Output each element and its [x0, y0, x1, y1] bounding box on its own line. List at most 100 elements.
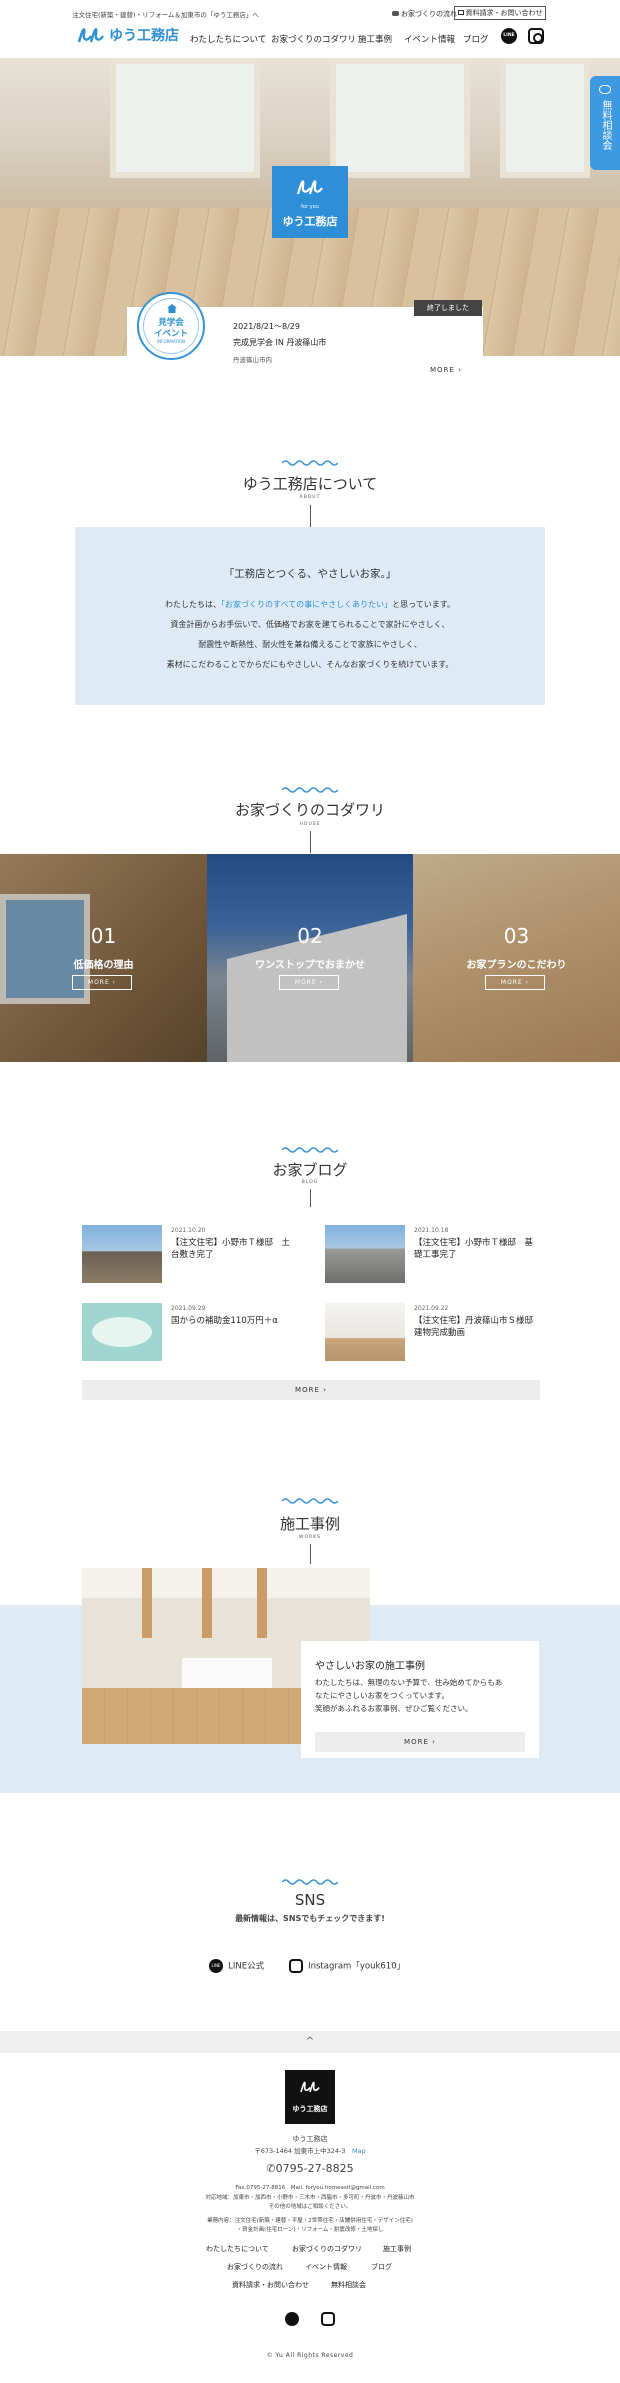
- footer-area: 対応地域：加東市・加西市・小野市・三木市・西脇市・多可町・丹波市・丹波篠山市: [205, 2195, 415, 2201]
- sns-line-label: LINE公式: [228, 1961, 265, 1972]
- flow-link[interactable]: お家づくりの流れ: [392, 9, 457, 19]
- footer-area-note: その他の地域はご相談ください。: [268, 2204, 352, 2210]
- footer-tel[interactable]: ✆0795-27-8825: [0, 2162, 620, 2175]
- event-more-link[interactable]: MORE ›: [430, 366, 462, 374]
- blog-post[interactable]: 2021.09.29 国からの補助金110万円＋α: [82, 1303, 302, 1363]
- footer-nav-blog[interactable]: ブログ: [371, 2262, 392, 2272]
- blog-post[interactable]: 2021.09.22 【注文住宅】丹波篠山市Ｓ様邸 建物完成動画: [325, 1303, 545, 1363]
- hero-window: [110, 58, 260, 178]
- blog-date: 2021.10.20: [171, 1227, 206, 1234]
- footer-logo[interactable]: ゆう工務店: [285, 2070, 335, 2124]
- sns-line-link[interactable]: LINE LINE公式: [209, 1955, 264, 1974]
- works-ceiling: [82, 1568, 370, 1598]
- thumb-graphic: [92, 1317, 152, 1347]
- blog-post[interactable]: 2021.10.20 【注文住宅】小野市Ｔ様邸 土台敷き完了: [82, 1225, 302, 1285]
- wave-icon: [282, 787, 338, 793]
- event-status-tag: 終了しました: [414, 300, 482, 316]
- hero-logo-sub: for you: [301, 204, 319, 210]
- works-more-label: MORE: [404, 1738, 429, 1746]
- about-box: 「工務店とつくる、やさしいお家。」 わたしたちは、「お家づくりのすべての事にやさ…: [75, 527, 545, 705]
- house-panel-3[interactable]: 03 お家プランのこだわり MORE ›: [413, 854, 620, 1062]
- blog-post-title[interactable]: 【注文住宅】丹波篠山市Ｓ様邸 建物完成動画: [414, 1315, 542, 1339]
- blog-more-button[interactable]: MORE ›: [82, 1380, 540, 1400]
- logo-text[interactable]: ゆう工務店: [109, 25, 179, 45]
- house-panel-more[interactable]: MORE ›: [485, 975, 545, 990]
- house-panel-num: 01: [90, 924, 117, 948]
- nav-kodawari[interactable]: お家づくりのコダワリ: [271, 33, 356, 45]
- sns-title: SNS: [294, 1891, 326, 1909]
- event-badge: 見学会 イベント INFORMATION: [137, 292, 205, 360]
- sns-instagram-link[interactable]: Instagram「youk610」: [289, 1955, 405, 1974]
- event-date: 2021/8/21～8/29: [233, 322, 300, 331]
- nav-events[interactable]: イベント情報: [404, 33, 455, 45]
- footer-nav-kodawari[interactable]: お家づくりのコダワリ: [292, 2244, 362, 2254]
- footer-address: 〒673-1464 加東市上中324-3 Map: [254, 2147, 366, 2155]
- hero-logo-mark-icon: [296, 180, 323, 195]
- works-more-button[interactable]: MORE ›: [315, 1732, 525, 1752]
- house-panel-more[interactable]: MORE ›: [72, 975, 132, 990]
- blog-subtitle: BLOG: [301, 1180, 319, 1185]
- works-card-line: なたにやさしいお家をつくっています。: [315, 1691, 449, 1700]
- house-panel-title: お家プランのこだわり: [466, 960, 567, 971]
- event-more-label: MORE: [430, 366, 455, 374]
- page-top-button[interactable]: ^: [0, 2031, 620, 2053]
- blog-post-title[interactable]: 【注文住宅】小野市Ｔ様邸 土台敷き完了: [171, 1237, 291, 1261]
- blog-thumbnail[interactable]: [82, 1303, 162, 1361]
- works-beam: [257, 1568, 267, 1638]
- works-card-body: わたしたちは、無理のない予算で、住み始めてからもあ なたにやさしいお家をつくって…: [315, 1676, 530, 1715]
- request-button[interactable]: 資料請求・お問い合わせ: [454, 6, 546, 20]
- chevron-right-icon: ›: [323, 1386, 327, 1394]
- line-icon[interactable]: LINE: [501, 28, 517, 44]
- house-panel-num: 03: [503, 924, 530, 948]
- instagram-icon[interactable]: [528, 28, 544, 44]
- blog-post-title[interactable]: 国からの補助金110万円＋α: [171, 1315, 291, 1327]
- wave-icon: [282, 1147, 338, 1153]
- hero-window: [330, 58, 470, 178]
- blog-post-title[interactable]: 【注文住宅】小野市Ｔ様邸 基礎工事完了: [414, 1237, 534, 1261]
- blog-thumbnail[interactable]: [325, 1303, 405, 1361]
- footer-nav-consult[interactable]: 無料相談会: [331, 2280, 366, 2290]
- map-link[interactable]: Map: [352, 2147, 366, 2155]
- footer-instagram-icon[interactable]: [321, 2312, 335, 2326]
- chevron-up-icon: ^: [305, 2036, 315, 2047]
- about-line-1: わたしたちは、「お家づくりのすべての事にやさしくありたい」と思っています。: [165, 600, 455, 609]
- request-button-label: 資料請求・お問い合わせ: [465, 9, 543, 17]
- about-line-4: 素材にこだわることでからだにもやさしい、そんなお家づくりを続けています。: [166, 660, 454, 669]
- footer-nav-request[interactable]: 資料請求・お問い合わせ: [232, 2280, 309, 2290]
- flow-link-label: お家づくりの流れ: [401, 10, 457, 18]
- house-panel-title: ワンストップでおまかせ: [255, 960, 365, 971]
- phone-icon: ✆: [266, 2162, 276, 2175]
- header-tagline: 注文住宅(新築・建替)・リフォーム＆加東市の「ゆう工務店」へ: [72, 11, 259, 19]
- nav-about[interactable]: わたしたちについて: [190, 33, 266, 45]
- house-panel-more[interactable]: MORE ›: [279, 975, 339, 990]
- hero-logo: for you ゆう工務店: [272, 166, 348, 238]
- section-divider: [310, 1189, 311, 1207]
- about-line-3: 耐震性や断熱性、耐火性を兼ね備えることで家族にやさしく、: [198, 640, 422, 649]
- footer-line-icon[interactable]: [285, 2312, 299, 2326]
- footer-nav-events[interactable]: イベント情報: [305, 2262, 347, 2272]
- footer-fax-mail: Fax.0795-27-8816 Mail. foryou.homeastl@g…: [235, 2185, 385, 2191]
- footer-nav-works[interactable]: 施工事例: [383, 2244, 411, 2254]
- event-badge-en: INFORMATION: [156, 339, 186, 344]
- instagram-icon: [289, 1958, 303, 1973]
- blog-thumbnail[interactable]: [325, 1225, 405, 1283]
- logo-mark-icon[interactable]: [75, 22, 107, 46]
- event-title[interactable]: 完成見学会 IN 丹波篠山市: [233, 337, 326, 348]
- house-panel-2[interactable]: 02 ワンストップでおまかせ MORE ›: [207, 854, 413, 1062]
- nav-works[interactable]: 施工事例: [358, 33, 392, 45]
- chevron-right-icon: ›: [432, 1738, 436, 1746]
- house-panel-1[interactable]: 01 低価格の理由 MORE ›: [0, 854, 207, 1062]
- footer-company: ゆう工務店: [292, 2135, 328, 2143]
- nav-blog[interactable]: ブログ: [463, 33, 489, 45]
- footer-logo-text: ゆう工務店: [292, 2105, 328, 2113]
- footer-nav-flow[interactable]: お家づくりの流れ: [227, 2262, 283, 2272]
- footer-nav-about[interactable]: わたしたちについて: [206, 2244, 269, 2254]
- sns-lead: 最新情報は、SNSでもチェックできます!: [235, 1914, 385, 1923]
- chat-bubble-icon: [599, 85, 611, 94]
- blog-thumbnail[interactable]: [82, 1225, 162, 1283]
- section-divider: [310, 831, 311, 853]
- house-panel-num: 02: [297, 924, 323, 948]
- wave-icon: [282, 1498, 338, 1504]
- blog-post[interactable]: 2021.10.18 【注文住宅】小野市Ｔ様邸 基礎工事完了: [325, 1225, 545, 1285]
- free-consult-side-button[interactable]: 無料相談会: [590, 76, 620, 170]
